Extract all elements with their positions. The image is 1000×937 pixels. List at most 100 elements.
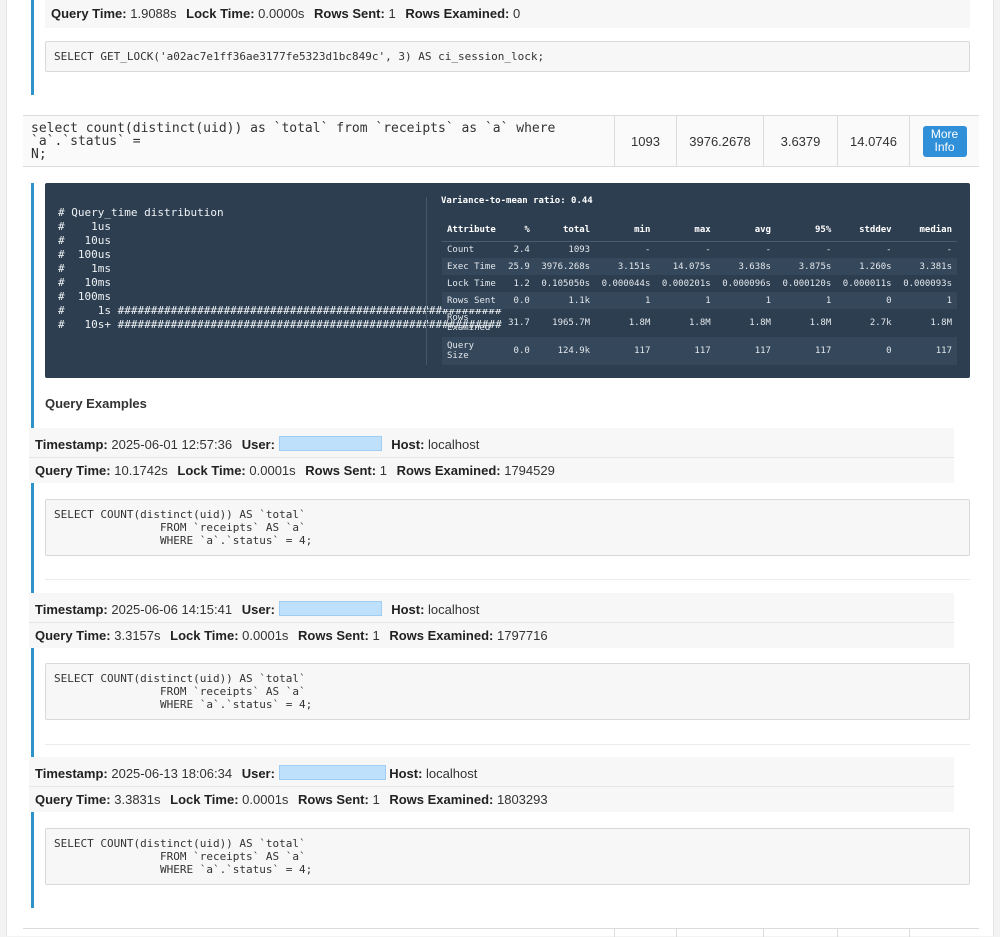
rows-sent-value: 1 — [379, 463, 387, 478]
stats-cell: - — [825, 244, 832, 255]
prev-detail-accent — [31, 0, 34, 95]
example-divider — [45, 744, 970, 745]
stats-cell: - — [705, 244, 711, 255]
timestamp-value: 2025-06-01 12:57:36 — [111, 437, 233, 452]
user-label: User: — [241, 766, 275, 781]
stats-cell: - — [765, 244, 771, 255]
timestamp-label: Timestamp: — [35, 437, 108, 452]
stats-header-cell: min — [595, 219, 656, 242]
stats-row: Rows Examined 31.7 1965.7M 1.8M 1.8M 1.8M 1.8M… — [442, 309, 957, 337]
timestamp-label: Timestamp: — [35, 602, 108, 617]
example-meta: Timestamp: 2025-06-13 18:06:34 User: Hos… — [29, 757, 954, 812]
stats-row: Query Size 0.0 124.9k 117 117 117 117 0 117 — [442, 337, 957, 365]
stats-cell: 1.8M — [809, 318, 832, 328]
example-divider — [45, 579, 970, 580]
stats-cell: 1 — [896, 292, 957, 309]
stats-cell: 117 — [655, 337, 716, 365]
stats-cell: 1.2 — [513, 278, 530, 289]
rows-examined-value: 1794529 — [504, 463, 555, 478]
stats-cell: 3.381s — [896, 258, 957, 275]
stats-cell: 0.000011s — [842, 278, 892, 289]
prev-example-meta: Query Time: 1.9088s Lock Time: 0.0000s R… — [45, 0, 970, 28]
user-redacted — [278, 765, 386, 780]
rows-examined-label: Rows Examined: — [396, 463, 501, 478]
query-time-value: 1.9088s — [130, 6, 177, 21]
user-label: User: — [241, 602, 275, 617]
rows-examined-value: 1797716 — [496, 628, 548, 643]
stats-cell: 117 — [595, 337, 656, 365]
stats-cell: 2.4 — [513, 244, 530, 255]
panel-divider — [426, 197, 427, 365]
query-time-label: Query Time: — [51, 6, 127, 21]
example-sql: SELECT COUNT(distinct(uid)) AS `total` F… — [45, 663, 970, 720]
stats-row: Exec Time 25.9 3976.268s 3.151s 14.075s 3.638… — [442, 258, 957, 275]
query-summary-row: select count(distinct(uid)) as `total` f… — [23, 115, 979, 167]
more-info-cell: More Info — [909, 116, 979, 166]
rows-sent-label: Rows Sent: — [314, 6, 385, 21]
report-page: Query Time: 1.9088s Lock Time: 0.0000s R… — [6, 0, 994, 937]
stats-cell: 1 — [715, 292, 776, 309]
lock-time-label: Lock Time: — [170, 792, 239, 807]
stats-cell: Lock Time — [447, 278, 496, 289]
lock-time-value: 0.0001s — [249, 463, 296, 478]
query-time-histogram: # Query_time distribution # 1us # 10us #… — [58, 206, 502, 331]
query-time-value: 3.3831s — [114, 792, 161, 807]
rows-examined-value: 0 — [512, 6, 521, 21]
stats-cell: 0 — [836, 292, 897, 309]
rows-examined-value: 1803293 — [496, 792, 548, 807]
lock-time-label: Lock Time: — [170, 628, 239, 643]
user-redacted — [278, 436, 382, 451]
stats-header-cell: % — [502, 219, 535, 242]
rows-examined-label: Rows Examined: — [405, 6, 510, 21]
stats-cell: 0.000093s — [903, 278, 952, 289]
stats-cell: Rows Examined — [447, 313, 491, 333]
rows-sent-value: 1 — [372, 792, 380, 807]
user-redacted — [278, 601, 382, 616]
stats-cell: 3.638s — [715, 258, 776, 275]
stats-cell: 3.151s — [595, 258, 656, 275]
rows-sent-label: Rows Sent: — [305, 463, 377, 478]
query-count: 1093 — [614, 116, 676, 166]
stats-cell: 1093 — [568, 244, 591, 255]
stats-cell: 124.9k — [534, 337, 596, 365]
lock-time-label: Lock Time: — [177, 463, 246, 478]
query-time-value: 3.3157s — [114, 628, 161, 643]
stats-row: Count 2.4 1093 - - - - - - — [442, 241, 957, 258]
next-query-row — [23, 928, 979, 937]
rows-sent-label: Rows Sent: — [298, 628, 369, 643]
query-total: 3976.2678 — [676, 116, 763, 166]
timestamp-label: Timestamp: — [35, 766, 108, 781]
stats-cell: 3976.268s — [534, 258, 596, 275]
stats-cell: 0 — [836, 337, 897, 365]
stats-cell: - — [886, 244, 892, 255]
stats-cell: 0.105050s — [541, 278, 591, 289]
stats-cell: 0.0 — [502, 292, 535, 309]
host-value: localhost — [426, 766, 478, 781]
stats-cell: 25.9 — [502, 258, 535, 275]
timestamp-value: 2025-06-13 18:06:34 — [111, 766, 233, 781]
stats-cell: 1.8M — [628, 318, 651, 328]
stats-cell: Count — [447, 244, 475, 255]
stats-cell: 1 — [775, 292, 837, 309]
stats-header-cell: avg — [715, 219, 776, 242]
stats-cell: 0.000120s — [782, 278, 832, 289]
rows-examined-label: Rows Examined: — [389, 792, 494, 807]
stats-cell: 117 — [775, 337, 837, 365]
stats-cell: 117 — [896, 337, 957, 365]
stats-cell: 1 — [595, 292, 656, 309]
more-info-button[interactable]: More Info — [922, 125, 967, 157]
query-examples-title: Query Examples — [45, 396, 147, 411]
stats-cell: 1 — [655, 292, 716, 309]
query-time-label: Query Time: — [35, 792, 111, 807]
example-sql: SELECT COUNT(distinct(uid)) AS `total` F… — [45, 499, 970, 556]
stats-cell: 1.1k — [534, 292, 596, 309]
query-time-value: 10.1742s — [114, 463, 168, 478]
query-time-label: Query Time: — [35, 463, 111, 478]
stats-cell: 14.075s — [655, 258, 716, 275]
host-label: Host: — [391, 437, 425, 452]
stats-header-cell: stddev — [836, 219, 897, 242]
prev-example-sql: SELECT GET_LOCK('a02ac7e1ff36ae3177fe532… — [45, 41, 970, 72]
rows-examined-label: Rows Examined: — [389, 628, 494, 643]
stats-cell: 1.8M — [749, 318, 771, 328]
example-sql: SELECT COUNT(distinct(uid)) AS `total` F… — [45, 828, 970, 885]
